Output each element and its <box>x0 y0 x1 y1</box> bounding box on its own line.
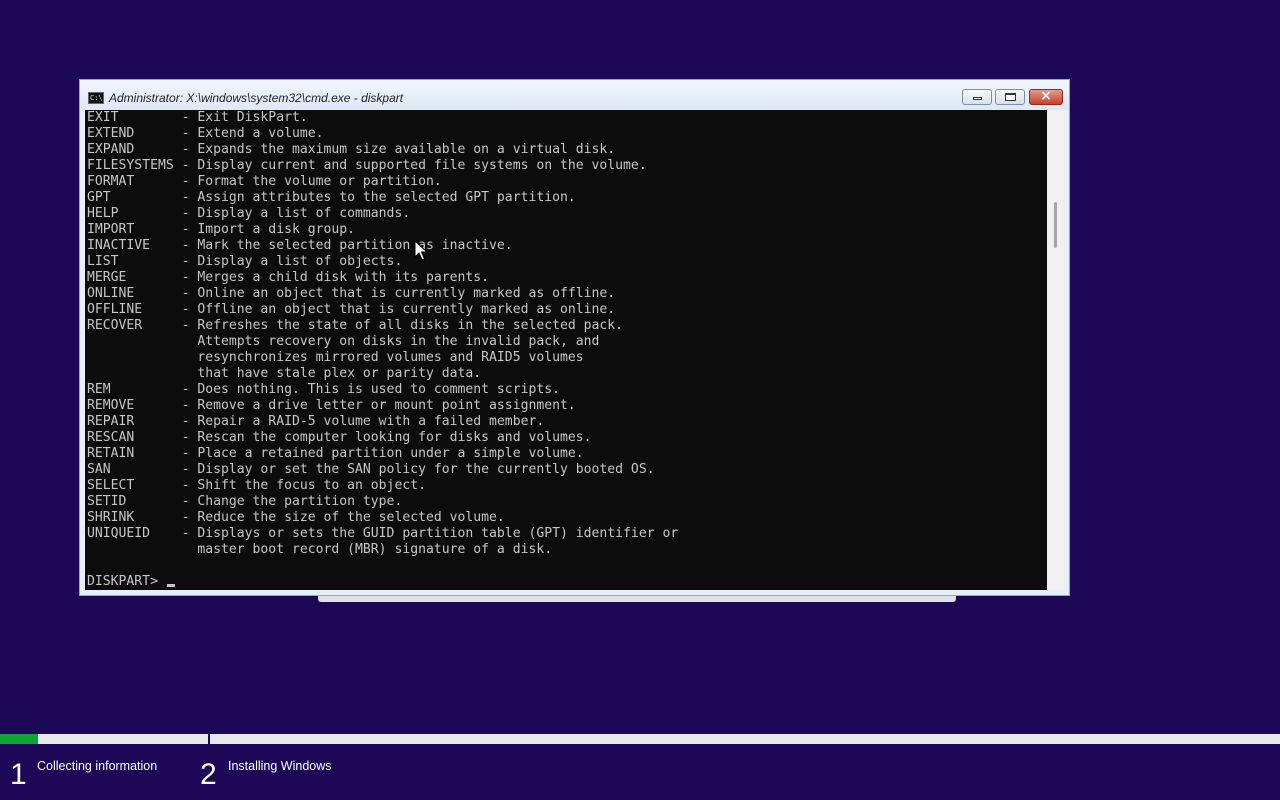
close-icon: × <box>1040 88 1052 104</box>
cmd-window[interactable]: C:\ Administrator: X:\windows\system32\c… <box>79 79 1070 596</box>
mouse-pointer-icon <box>414 240 428 261</box>
console-line: SAN - Display or set the SAN policy for … <box>87 462 655 477</box>
setup-progress-bar <box>0 734 1280 744</box>
console-line: RESCAN - Rescan the computer looking for… <box>87 430 592 445</box>
console-line: HELP - Display a list of commands. <box>87 206 411 221</box>
step-number: 2 <box>200 758 217 791</box>
console-line: SHRINK - Reduce the size of the selected… <box>87 510 505 525</box>
progress-fill <box>0 734 39 744</box>
minimize-button[interactable] <box>962 89 992 105</box>
step-label: Collecting information <box>37 759 158 773</box>
prompt-text: DISKPART> <box>87 574 166 589</box>
text-cursor <box>166 584 175 587</box>
console-line: MERGE - Merges a child disk with its par… <box>87 270 490 285</box>
console-line: GPT - Assign attributes to the selected … <box>87 190 576 205</box>
console-line: LIST - Display a list of objects. <box>87 254 403 269</box>
console-line: RECOVER - Refreshes the state of all dis… <box>87 318 624 333</box>
console-line: RETAIN - Place a retained partition unde… <box>87 446 584 461</box>
window-title: Administrator: X:\windows\system32\cmd.e… <box>109 91 404 105</box>
setup-background: C:\ Administrator: X:\windows\system32\c… <box>0 0 1280 800</box>
console-line: FILESYSTEMS - Display current and suppor… <box>87 158 647 173</box>
console-text: EXIT - Exit DiskPart. EXTEND - Extend a v… <box>87 110 678 590</box>
console-line: master boot record (MBR) signature of a … <box>87 542 553 557</box>
console-output[interactable]: EXIT - Exit DiskPart. EXTEND - Extend a v… <box>85 110 1047 590</box>
console-line: ONLINE - Online an object that is curren… <box>87 286 616 301</box>
console-scrollbar[interactable] <box>1047 110 1064 590</box>
console-line: REM - Does nothing. This is used to comm… <box>87 382 560 397</box>
console-line: IMPORT - Import a disk group. <box>87 222 356 237</box>
console-line: FORMAT - Format the volume or partition. <box>87 174 442 189</box>
console-line: EXPAND - Expands the maximum size availa… <box>87 142 616 157</box>
console-line: SETID - Change the partition type. <box>87 494 403 509</box>
console-line: SELECT - Shift the focus to an object. <box>87 478 426 493</box>
minimize-icon <box>973 97 982 100</box>
maximize-icon <box>1005 93 1016 101</box>
maximize-button[interactable] <box>995 89 1025 105</box>
title-bar[interactable]: C:\ Administrator: X:\windows\system32\c… <box>80 80 1069 110</box>
console-line: INACTIVE - Mark the selected partition a… <box>87 238 513 253</box>
console-line: that have stale plex or parity data. <box>87 366 482 381</box>
progress-step-divider <box>208 731 210 745</box>
console-line: Attempts recovery on disks in the invali… <box>87 334 600 349</box>
close-button[interactable]: × <box>1029 88 1063 105</box>
scrollbar-thumb[interactable] <box>1054 202 1057 248</box>
cmd-console-icon[interactable]: C:\ <box>88 92 104 104</box>
command-prompt[interactable]: DISKPART> <box>87 574 678 590</box>
console-line: EXTEND - Extend a volume. <box>87 126 324 141</box>
console-line: OFFLINE - Offline an object that is curr… <box>87 302 616 317</box>
console-line: resynchronizes mirrored volumes and RAID… <box>87 350 584 365</box>
console-line: REMOVE - Remove a drive letter or mount … <box>87 398 576 413</box>
step-number: 1 <box>10 758 27 791</box>
step-label: Installing Windows <box>228 759 332 773</box>
console-line: REPAIR - Repair a RAID-5 volume with a f… <box>87 414 545 429</box>
console-line: EXIT - Exit DiskPart. <box>87 110 308 125</box>
console-line: UNIQUEID - Displays or sets the GUID par… <box>87 526 679 541</box>
